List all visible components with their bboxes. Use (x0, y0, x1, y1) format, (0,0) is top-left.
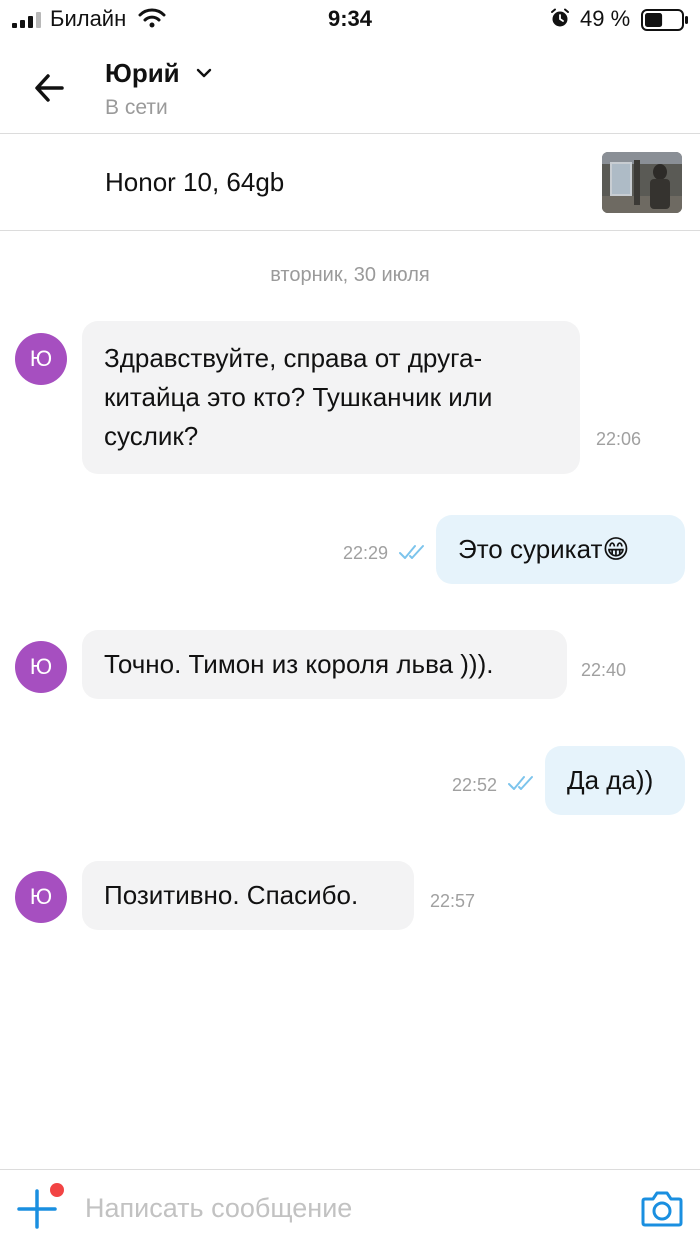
message-time: 22:57 (430, 891, 476, 911)
message-text: Это сурикат😁 (458, 534, 630, 564)
message-input[interactable] (85, 1188, 605, 1228)
message-time: 22:29 (343, 543, 389, 563)
listing-bar[interactable]: Honor 10, 64gb (0, 135, 700, 231)
message-time: 22:40 (581, 660, 627, 680)
date-separator: вторник, 30 июля (270, 264, 430, 286)
back-arrow-icon[interactable] (30, 68, 74, 108)
chat-header: Юрий В сети (0, 40, 700, 134)
message-bubble-outgoing[interactable]: Да да)) (545, 746, 685, 815)
message-time: 22:06 (596, 429, 642, 449)
alarm-icon (551, 8, 569, 27)
message-bubble-incoming[interactable]: Здравствуйте, справа от друга-китайца эт… (82, 321, 580, 474)
notification-dot (50, 1183, 64, 1197)
camera-icon[interactable] (640, 1187, 684, 1229)
message-text: Позитивно. Спасибо. (104, 880, 359, 910)
contact-name[interactable]: Юрий (105, 58, 180, 89)
message-bubble-incoming[interactable]: Позитивно. Спасибо. (82, 861, 414, 930)
chevron-down-icon[interactable] (196, 66, 212, 80)
contact-status: В сети (105, 96, 168, 119)
listing-title[interactable]: Honor 10, 64gb (105, 167, 284, 198)
battery-icon (641, 9, 688, 31)
message-text: Здравствуйте, справа от друга-китайца эт… (104, 343, 493, 451)
listing-thumbnail[interactable] (602, 152, 682, 213)
double-check-icon (508, 776, 533, 790)
avatar[interactable]: Ю (15, 641, 67, 693)
avatar[interactable]: Ю (15, 333, 67, 385)
message-bubble-incoming[interactable]: Точно. Тимон из короля льва ))). (82, 630, 567, 699)
message-text: Да да)) (567, 765, 654, 795)
battery-percent: 49 % (580, 6, 631, 31)
message-text: Точно. Тимон из короля льва ))). (104, 649, 494, 679)
double-check-icon (399, 545, 424, 559)
message-bubble-outgoing[interactable]: Это сурикат😁 (436, 515, 685, 584)
avatar[interactable]: Ю (15, 871, 67, 923)
message-composer (0, 1169, 700, 1244)
status-bar: Билайн 9:34 49 % (0, 0, 700, 40)
message-time: 22:52 (452, 775, 498, 795)
